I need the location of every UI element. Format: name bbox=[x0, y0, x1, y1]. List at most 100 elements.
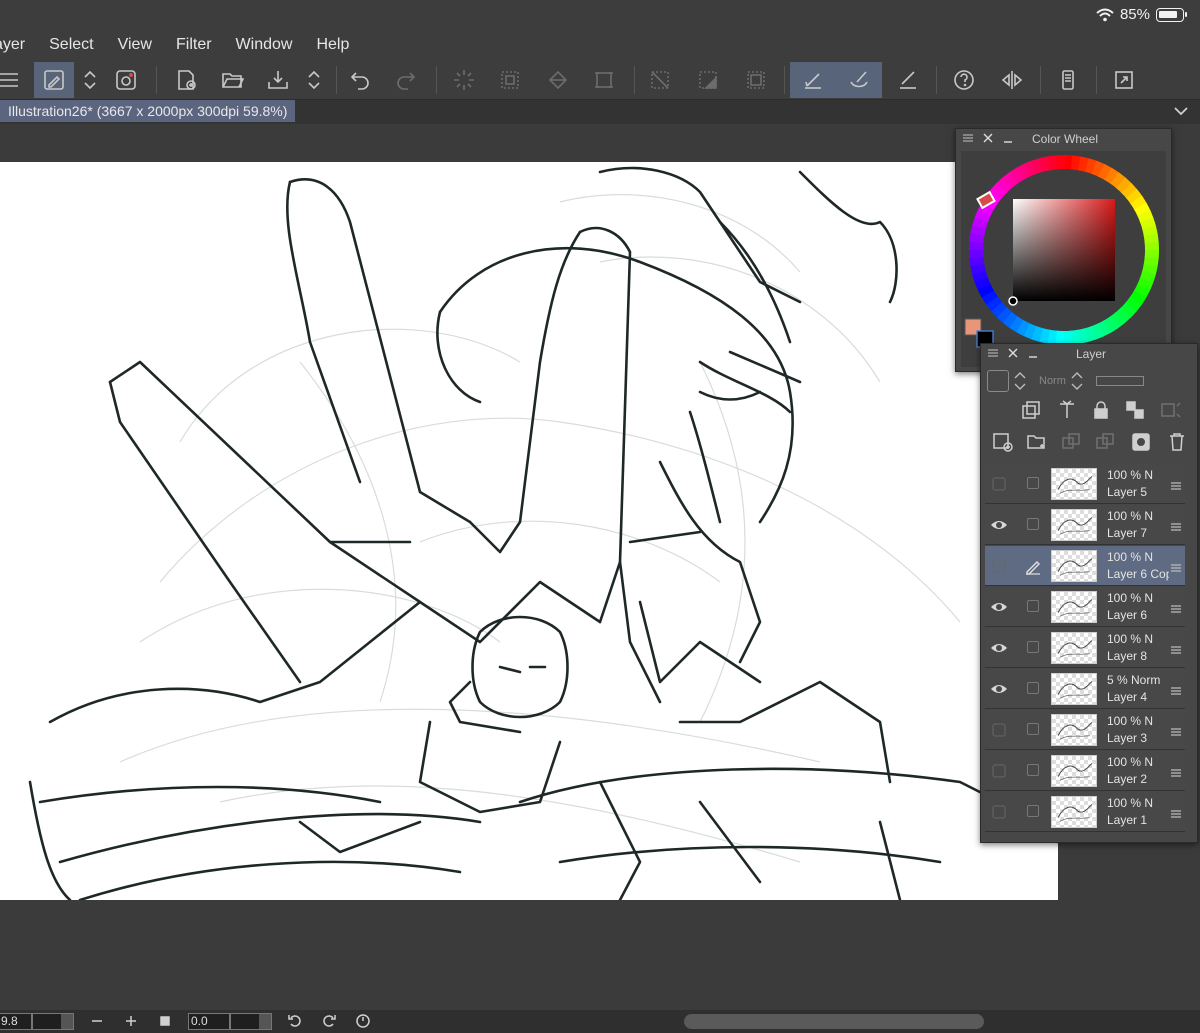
layer-lock-toggle[interactable] bbox=[1027, 764, 1039, 776]
hue-ring[interactable] bbox=[961, 151, 1166, 367]
minimize-icon[interactable] bbox=[1027, 347, 1039, 359]
blend-mode-select[interactable]: Norm bbox=[1039, 375, 1066, 387]
clip-icon[interactable] bbox=[1019, 398, 1043, 422]
loading-icon[interactable] bbox=[444, 62, 484, 98]
save-stepper-icon[interactable] bbox=[294, 62, 334, 98]
pen-icon[interactable] bbox=[1023, 556, 1043, 576]
menu-filter[interactable]: Filter bbox=[176, 36, 212, 54]
select-all-icon[interactable] bbox=[736, 62, 776, 98]
visibility-toggle[interactable] bbox=[989, 802, 1009, 822]
layer-menu-icon[interactable] bbox=[1171, 642, 1181, 654]
deselect-icon[interactable] bbox=[640, 62, 680, 98]
transfer-layer-icon[interactable] bbox=[1059, 430, 1083, 454]
eye-icon[interactable] bbox=[989, 515, 1009, 535]
new-canvas-icon[interactable] bbox=[166, 62, 206, 98]
layer-lock-toggle[interactable] bbox=[1027, 600, 1039, 612]
zoom-out-icon[interactable] bbox=[88, 1012, 106, 1030]
layer-lock-toggle[interactable] bbox=[1027, 805, 1039, 817]
layer-menu-icon[interactable] bbox=[1171, 560, 1181, 572]
layer-lock-toggle[interactable] bbox=[1027, 723, 1039, 735]
pen-tool-icon[interactable] bbox=[34, 62, 74, 98]
layer-menu-icon[interactable] bbox=[1171, 683, 1181, 695]
menu-help[interactable]: Help bbox=[316, 36, 349, 54]
menu-view[interactable]: View bbox=[118, 36, 152, 54]
companion-device-icon[interactable] bbox=[1048, 62, 1088, 98]
layer-row[interactable]: 100 % N Layer 6 Copy bbox=[985, 546, 1185, 586]
horizontal-scrollbar[interactable] bbox=[684, 1014, 984, 1029]
layer-menu-icon[interactable] bbox=[1171, 478, 1181, 490]
visibility-toggle[interactable] bbox=[989, 761, 1009, 781]
layer-row[interactable]: 100 % N Layer 1 bbox=[985, 792, 1185, 832]
rotation-field[interactable]: 0.0 bbox=[188, 1013, 230, 1030]
rotate-left-icon[interactable] bbox=[286, 1012, 304, 1030]
opacity-slider[interactable] bbox=[1095, 376, 1144, 386]
brush-icon[interactable] bbox=[836, 62, 882, 98]
tool-stepper-icon[interactable] bbox=[70, 62, 110, 98]
panel-menu-icon[interactable] bbox=[987, 347, 999, 359]
new-folder-icon[interactable] bbox=[1025, 430, 1049, 454]
document-tab[interactable]: Illustration26* (3667 x 2000px 300dpi 59… bbox=[0, 100, 296, 122]
eye-icon[interactable] bbox=[989, 597, 1009, 617]
reset-rotation-icon[interactable] bbox=[354, 1012, 372, 1030]
help-icon[interactable] bbox=[944, 62, 984, 98]
reference-icon[interactable] bbox=[1055, 398, 1079, 422]
rotate-right-icon[interactable] bbox=[320, 1012, 338, 1030]
drawing-canvas[interactable] bbox=[0, 162, 1058, 900]
layer-lock-toggle[interactable] bbox=[1027, 477, 1039, 489]
close-icon[interactable] bbox=[982, 132, 994, 144]
chevron-down-icon[interactable] bbox=[1172, 102, 1190, 120]
ruler-pen-icon[interactable] bbox=[888, 62, 928, 98]
undo-icon[interactable] bbox=[340, 62, 380, 98]
eye-icon[interactable] bbox=[989, 638, 1009, 658]
menu-select[interactable]: Select bbox=[49, 36, 93, 54]
layer-row[interactable]: 100 % N Layer 7 bbox=[985, 505, 1185, 545]
save-icon[interactable] bbox=[258, 62, 298, 98]
trash-icon[interactable] bbox=[1165, 430, 1189, 454]
zoom-slider[interactable] bbox=[32, 1013, 74, 1030]
layer-row[interactable]: 100 % N Layer 5 bbox=[985, 464, 1185, 504]
zoom-in-icon[interactable] bbox=[122, 1012, 140, 1030]
layer-menu-icon[interactable] bbox=[1171, 765, 1181, 777]
visibility-toggle[interactable] bbox=[989, 474, 1009, 494]
invert-selection-icon[interactable] bbox=[688, 62, 728, 98]
spiral-icon[interactable] bbox=[106, 62, 146, 98]
visibility-toggle[interactable] bbox=[989, 556, 1009, 576]
rotation-slider[interactable] bbox=[230, 1013, 272, 1030]
menu-window[interactable]: Window bbox=[236, 36, 293, 54]
eye-icon[interactable] bbox=[989, 679, 1009, 699]
close-icon[interactable] bbox=[1007, 347, 1019, 359]
merge-layer-icon[interactable] bbox=[1093, 430, 1117, 454]
minimize-icon[interactable] bbox=[1002, 132, 1014, 144]
layer-menu-icon[interactable] bbox=[1171, 601, 1181, 613]
layer-row[interactable]: 100 % N Layer 2 bbox=[985, 751, 1185, 791]
layer-row[interactable]: 5 % Norm Layer 4 bbox=[985, 669, 1185, 709]
layer-row[interactable]: 100 % N Layer 8 bbox=[985, 628, 1185, 668]
layer-row[interactable]: 100 % N Layer 3 bbox=[985, 710, 1185, 750]
fill-icon[interactable] bbox=[538, 62, 578, 98]
panel-menu-icon[interactable] bbox=[962, 132, 974, 144]
redo-icon[interactable] bbox=[386, 62, 426, 98]
mask-icon[interactable] bbox=[1129, 430, 1153, 454]
flip-horizontal-icon[interactable] bbox=[992, 62, 1032, 98]
layer-menu-icon[interactable] bbox=[1171, 724, 1181, 736]
layer-lock-toggle[interactable] bbox=[1027, 518, 1039, 530]
fit-icon[interactable] bbox=[156, 1012, 174, 1030]
color-picker-handle[interactable] bbox=[1008, 296, 1018, 306]
layer-menu-icon[interactable] bbox=[1171, 806, 1181, 818]
new-layer-icon[interactable] bbox=[991, 430, 1015, 454]
open-folder-icon[interactable] bbox=[212, 62, 252, 98]
transform-icon[interactable] bbox=[584, 62, 624, 98]
stepper-icon[interactable] bbox=[1013, 370, 1027, 392]
lock-transparency-icon[interactable] bbox=[1123, 398, 1147, 422]
layer-color-box[interactable] bbox=[987, 370, 1009, 392]
lock-icon[interactable] bbox=[1089, 398, 1113, 422]
layer-lock-toggle[interactable] bbox=[1027, 641, 1039, 653]
visibility-toggle[interactable] bbox=[989, 720, 1009, 740]
menu-layer[interactable]: ayer bbox=[0, 36, 25, 54]
layer-row[interactable]: 100 % N Layer 6 bbox=[985, 587, 1185, 627]
layer-lock-toggle[interactable] bbox=[1027, 682, 1039, 694]
pen-pressure-icon[interactable] bbox=[790, 62, 836, 98]
layer-menu-icon[interactable] bbox=[1171, 519, 1181, 531]
clear-selection-icon[interactable] bbox=[490, 62, 530, 98]
mask-stepper-icon[interactable] bbox=[1159, 398, 1183, 422]
